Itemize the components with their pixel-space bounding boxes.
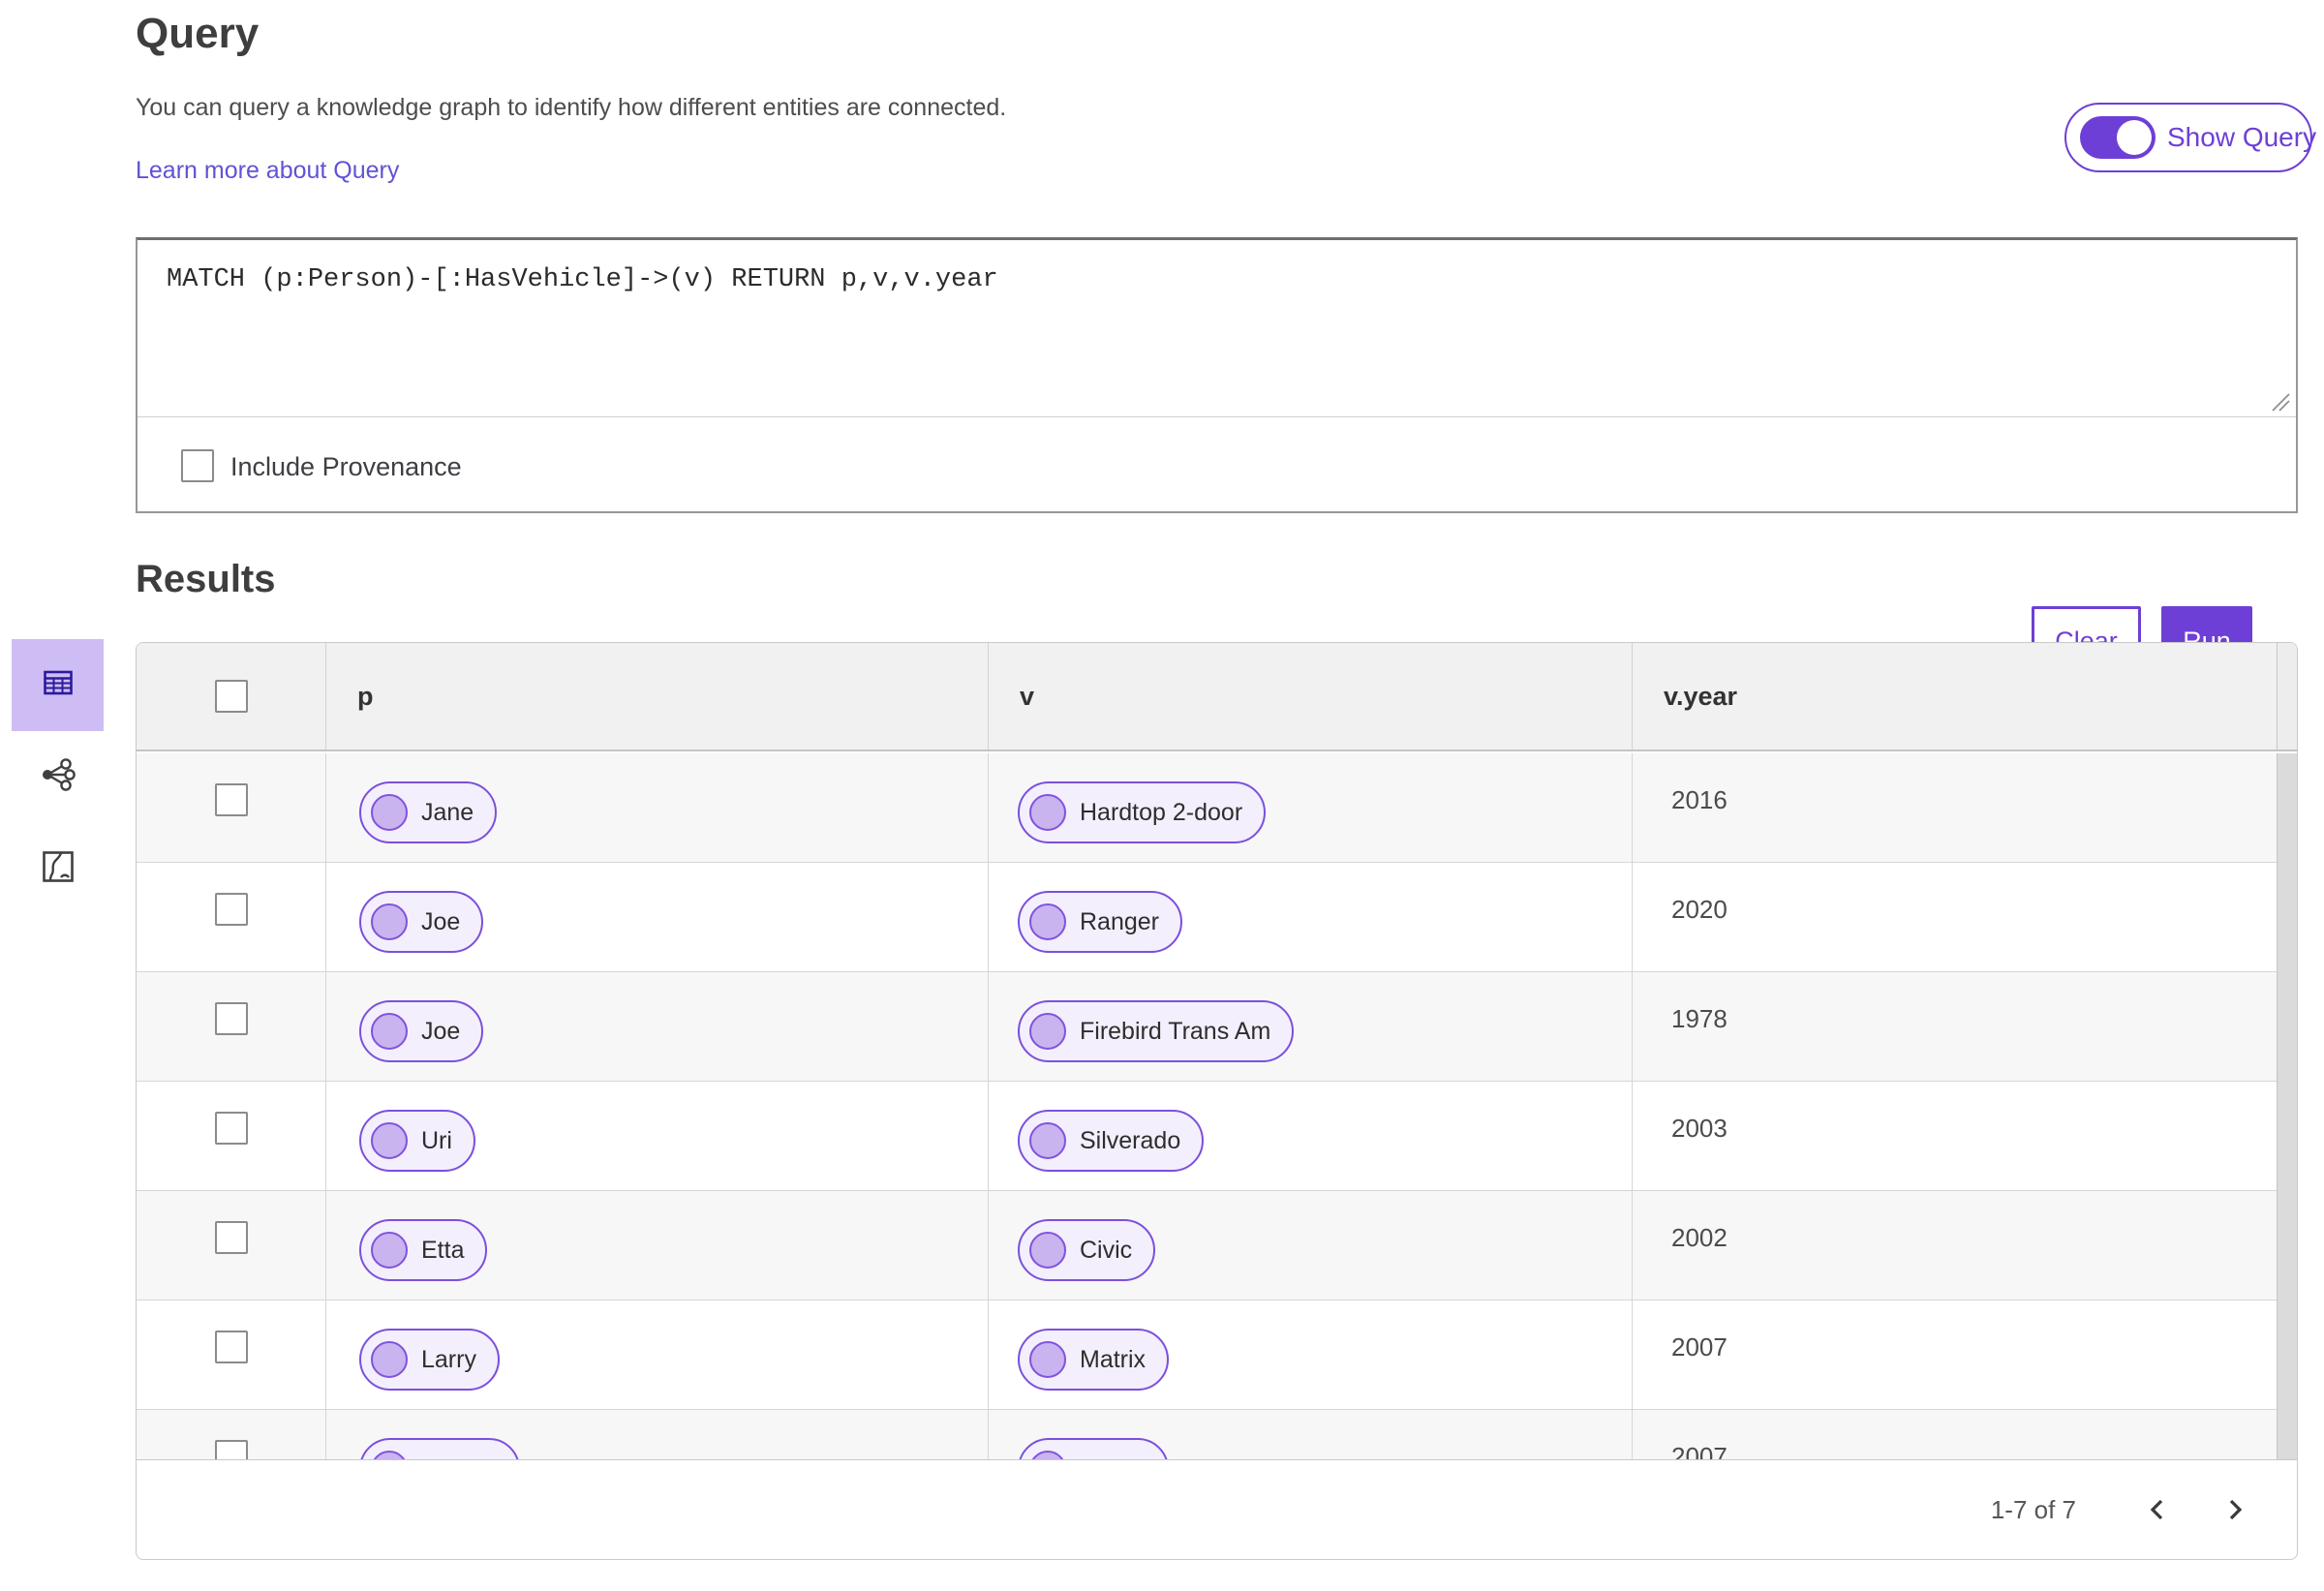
node-circle-icon — [1029, 903, 1066, 940]
table-row: Larry Matrix 2007 — [137, 1300, 2277, 1410]
person-chip[interactable]: Larry — [359, 1329, 500, 1391]
map-view-button[interactable] — [12, 823, 104, 915]
page-title: Query — [136, 10, 260, 57]
vertical-scrollbar[interactable] — [2277, 753, 2297, 1459]
node-circle-icon — [1029, 1122, 1066, 1159]
table-row: Joe Ranger 2020 — [137, 863, 2277, 972]
chip-label: Joe — [421, 907, 461, 935]
node-circle-icon — [371, 794, 408, 831]
vehicle-chip[interactable]: Silverado — [1018, 1110, 1205, 1172]
learn-more-link[interactable]: Learn more about Query — [136, 157, 399, 185]
map-route-icon — [42, 850, 75, 888]
vehicle-chip[interactable]: Civic — [1018, 1219, 1156, 1281]
vehicle-chip[interactable]: Matrix — [1018, 1438, 1170, 1459]
year-value: 2007 — [1632, 1410, 2277, 1459]
chip-label: Joe — [421, 1017, 461, 1045]
node-circle-icon — [371, 903, 408, 940]
pagination-bar: 1-7 of 7 — [137, 1459, 2297, 1559]
row-checkbox[interactable] — [214, 1221, 248, 1254]
chip-label: Silverado — [1080, 1126, 1181, 1154]
query-description: You can query a knowledge graph to ident… — [136, 94, 1007, 121]
show-query-toggle[interactable]: Show Query — [2064, 103, 2316, 172]
show-query-label: Show Query — [2167, 122, 2317, 152]
row-checkbox[interactable] — [214, 783, 248, 816]
chip-label: Uri — [421, 1126, 452, 1154]
chip-label: Firebird Trans Am — [1080, 1017, 1271, 1045]
year-value: 2002 — [1632, 1191, 2277, 1300]
vehicle-chip[interactable]: Hardtop 2-door — [1018, 781, 1267, 843]
column-header-v[interactable]: v — [988, 643, 1632, 750]
scrollbar-corner — [2277, 643, 2297, 750]
results-title: Results — [136, 558, 276, 600]
node-circle-icon — [1029, 1451, 1066, 1459]
chevron-right-icon[interactable] — [2214, 1488, 2256, 1531]
row-checkbox[interactable] — [214, 1440, 248, 1459]
node-circle-icon — [371, 1013, 408, 1050]
row-checkbox[interactable] — [214, 1112, 248, 1145]
chip-label: Jane — [421, 798, 474, 826]
chip-label: Civic — [1080, 1236, 1133, 1264]
table-body: Jane Hardtop 2-door 2016 Joe Ranger 2020… — [137, 753, 2277, 1459]
person-chip[interactable]: Lauren — [359, 1438, 520, 1459]
chip-label: Hardtop 2-door — [1080, 798, 1243, 826]
table-grid-icon — [43, 667, 74, 703]
year-value: 2020 — [1632, 863, 2277, 971]
year-value: 2007 — [1632, 1300, 2277, 1409]
chip-label: Matrix — [1080, 1345, 1147, 1373]
year-value: 2003 — [1632, 1082, 2277, 1190]
year-value: 1978 — [1632, 972, 2277, 1081]
query-input[interactable]: MATCH (p:Person)-[:HasVehicle]->(v) RETU… — [138, 240, 2296, 416]
chevron-left-icon[interactable] — [2136, 1488, 2179, 1531]
table-view-button[interactable] — [12, 639, 104, 731]
select-all-checkbox[interactable] — [214, 680, 248, 713]
toggle-switch-icon[interactable] — [2080, 116, 2156, 159]
chip-label: Larry — [421, 1345, 476, 1373]
person-chip[interactable]: Etta — [359, 1219, 488, 1281]
year-value: 2016 — [1632, 753, 2277, 862]
table-row: Uri Silverado 2003 — [137, 1082, 2277, 1191]
person-chip[interactable]: Joe — [359, 891, 484, 953]
include-provenance-checkbox[interactable] — [181, 449, 214, 482]
table-row: Joe Firebird Trans Am 1978 — [137, 972, 2277, 1082]
table-header: p v v.year — [137, 643, 2297, 751]
person-chip[interactable]: Uri — [359, 1110, 475, 1172]
query-footer-row: Include Provenance Clear Run — [138, 417, 2296, 677]
chip-label: Etta — [421, 1236, 465, 1264]
toggle-knob — [2117, 120, 2152, 155]
vehicle-chip[interactable]: Ranger — [1018, 891, 1182, 953]
graph-view-button[interactable] — [12, 731, 104, 823]
table-row: Etta Civic 2002 — [137, 1191, 2277, 1300]
node-circle-icon — [371, 1341, 408, 1378]
node-circle-icon — [371, 1122, 408, 1159]
row-checkbox[interactable] — [214, 1331, 248, 1363]
person-chip[interactable]: Joe — [359, 1000, 484, 1062]
include-provenance-label: Include Provenance — [230, 452, 462, 481]
vehicle-chip[interactable]: Firebird Trans Am — [1018, 1000, 1295, 1062]
node-circle-icon — [1029, 1013, 1066, 1050]
resize-handle-icon[interactable] — [2270, 391, 2291, 413]
table-row: Jane Hardtop 2-door 2016 — [137, 753, 2277, 863]
node-circle-icon — [1029, 1232, 1066, 1269]
view-switcher — [12, 639, 104, 915]
node-circle-icon — [371, 1232, 408, 1269]
column-header-vyear[interactable]: v.year — [1632, 643, 2277, 750]
pagination-range-label: 1-7 of 7 — [1990, 1494, 2076, 1524]
table-row: Lauren Matrix 2007 — [137, 1410, 2277, 1459]
row-checkbox[interactable] — [214, 893, 248, 926]
query-editor-panel: MATCH (p:Person)-[:HasVehicle]->(v) RETU… — [136, 237, 2298, 677]
node-circle-icon — [371, 1451, 408, 1459]
vehicle-chip[interactable]: Matrix — [1018, 1329, 1170, 1391]
person-chip[interactable]: Jane — [359, 781, 498, 843]
chip-label: Ranger — [1080, 907, 1159, 935]
node-circle-icon — [1029, 794, 1066, 831]
row-checkbox[interactable] — [214, 1002, 248, 1035]
network-nodes-icon — [40, 756, 76, 798]
column-header-p[interactable]: p — [325, 643, 988, 750]
results-table: p v v.year Jane Hardtop 2-door 2016 Joe … — [136, 642, 2298, 1560]
node-circle-icon — [1029, 1341, 1066, 1378]
